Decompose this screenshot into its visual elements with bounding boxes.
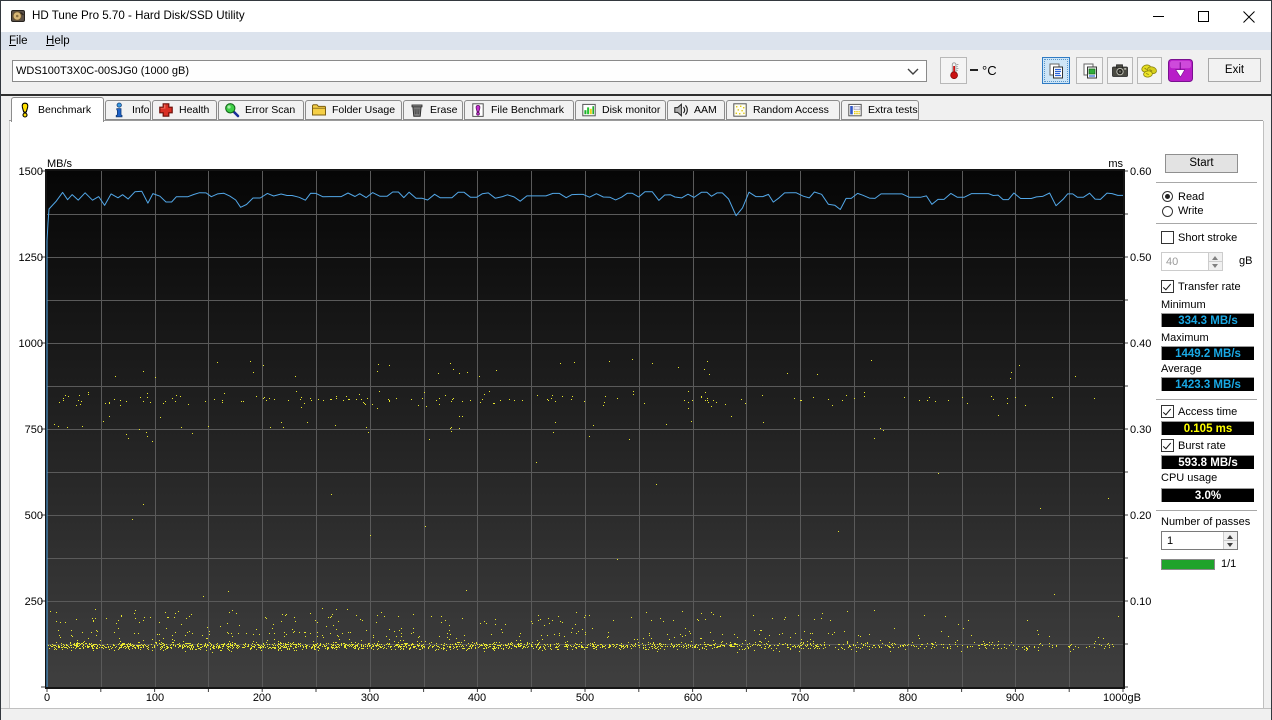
svg-text:1250: 1250 [19, 252, 43, 264]
svg-text:1500: 1500 [19, 166, 43, 178]
svg-text:1000gB: 1000gB [1103, 692, 1141, 704]
svg-text:900: 900 [1006, 692, 1024, 704]
svg-text:0.40: 0.40 [1130, 338, 1151, 350]
svg-text:0.60: 0.60 [1130, 166, 1151, 178]
svg-text:250: 250 [25, 596, 43, 608]
svg-text:0.30: 0.30 [1130, 424, 1151, 436]
svg-text:300: 300 [361, 692, 379, 704]
svg-text:0.50: 0.50 [1130, 252, 1151, 264]
svg-text:700: 700 [791, 692, 809, 704]
svg-text:600: 600 [684, 692, 702, 704]
svg-text:100: 100 [146, 692, 164, 704]
svg-text:ms: ms [1108, 158, 1123, 170]
svg-text:800: 800 [899, 692, 917, 704]
svg-text:200: 200 [253, 692, 271, 704]
svg-text:0.10: 0.10 [1130, 596, 1151, 608]
svg-text:500: 500 [576, 692, 594, 704]
svg-text:750: 750 [25, 424, 43, 436]
svg-text:500: 500 [25, 510, 43, 522]
svg-text:0: 0 [44, 692, 50, 704]
svg-text:1000: 1000 [19, 338, 43, 350]
svg-text:MB/s: MB/s [47, 158, 73, 170]
svg-text:400: 400 [468, 692, 486, 704]
svg-text:0.20: 0.20 [1130, 510, 1151, 522]
